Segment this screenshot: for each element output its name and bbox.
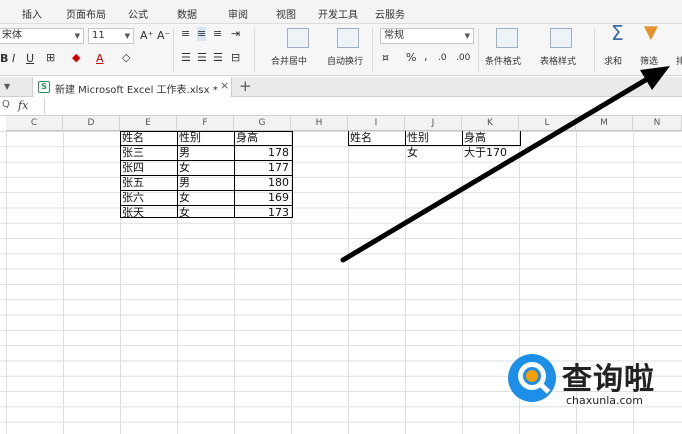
watermark: 查询啦 chaxunla.com xyxy=(508,350,682,434)
chaxunla-logo-icon xyxy=(508,354,556,402)
watermark-subtitle: chaxunla.com xyxy=(566,394,643,407)
arrow-shaft xyxy=(340,72,657,263)
watermark-title: 查询啦 xyxy=(562,362,655,397)
